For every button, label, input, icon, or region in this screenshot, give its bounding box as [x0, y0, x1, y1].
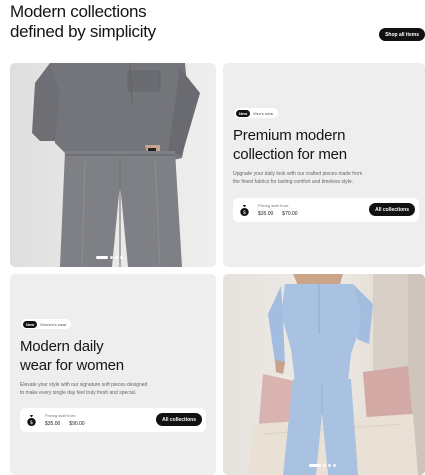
- men-card-title: Premium modern collection for men: [233, 126, 347, 164]
- women-card-title: Modern daily wear for women: [20, 337, 124, 375]
- carousel-dot[interactable]: [323, 464, 326, 467]
- category-label: Men's wear: [253, 110, 274, 116]
- page-title-line2: defined by simplicity: [10, 22, 156, 41]
- women-desc-line1: Elevate your style with our signature so…: [20, 382, 148, 388]
- page-title: Modern collections defined by simplicity: [10, 2, 210, 42]
- price-low: $35.00: [45, 421, 61, 427]
- men-product-image: [32, 63, 200, 267]
- page-title-line1: Modern collections: [10, 2, 147, 21]
- carousel-dots[interactable]: [96, 256, 123, 259]
- carousel-dot[interactable]: [333, 464, 336, 467]
- men-title-line1: Premium modern: [233, 127, 346, 144]
- price-high: $90.00: [69, 421, 85, 427]
- price-label: Pricing start from:: [45, 413, 77, 418]
- women-desc-line2: to make every single day feel truly fres…: [20, 390, 137, 396]
- carousel-dot[interactable]: [110, 256, 113, 259]
- men-price-box: $ Pricing start from: $35.00 $70.00 All …: [233, 198, 419, 222]
- men-desc-line2: the finest fabrics for lasting comfort a…: [233, 179, 354, 185]
- men-desc-line1: Upgrade your daily look with our crafted…: [233, 171, 363, 177]
- carousel-dot[interactable]: [309, 464, 321, 467]
- carousel-dot[interactable]: [120, 256, 123, 259]
- women-badge: New Women's wear: [21, 319, 71, 329]
- carousel-dot[interactable]: [115, 256, 118, 259]
- money-bag-icon: $: [25, 414, 37, 426]
- women-all-collections-button[interactable]: All collections: [156, 413, 202, 426]
- men-title-line2: collection for men: [233, 146, 347, 163]
- men-all-collections-button[interactable]: All collections: [369, 203, 415, 216]
- men-card-description: Upgrade your daily look with our crafted…: [233, 170, 362, 186]
- women-product-image-card[interactable]: [223, 274, 425, 475]
- svg-text:$: $: [242, 209, 245, 215]
- money-bag-icon: $: [238, 204, 250, 216]
- men-collection-card: New Men's wear Premium modern collection…: [223, 63, 425, 267]
- price-low: $35.00: [258, 211, 274, 217]
- price-label: Pricing start from:: [258, 203, 290, 208]
- price-high: $70.00: [282, 211, 298, 217]
- carousel-dots[interactable]: [309, 464, 336, 467]
- women-price-box: $ Pricing start from: $35.00 $90.00 All …: [20, 408, 206, 432]
- new-tag: New: [23, 320, 38, 328]
- women-collection-card: New Women's wear Modern daily wear for w…: [10, 274, 216, 475]
- women-title-line1: Modern daily: [20, 338, 104, 355]
- carousel-dot[interactable]: [96, 256, 108, 259]
- category-label: Women's wear: [40, 321, 67, 327]
- svg-text:$: $: [29, 419, 32, 425]
- men-product-image-card[interactable]: [10, 63, 216, 267]
- shop-all-button[interactable]: Shop all items: [379, 28, 425, 41]
- new-tag: New: [236, 109, 251, 117]
- women-card-description: Elevate your style with our signature so…: [20, 381, 147, 397]
- men-badge: New Men's wear: [234, 108, 278, 118]
- women-product-image: [248, 274, 425, 475]
- carousel-dot[interactable]: [328, 464, 331, 467]
- women-title-line2: wear for women: [20, 357, 124, 374]
